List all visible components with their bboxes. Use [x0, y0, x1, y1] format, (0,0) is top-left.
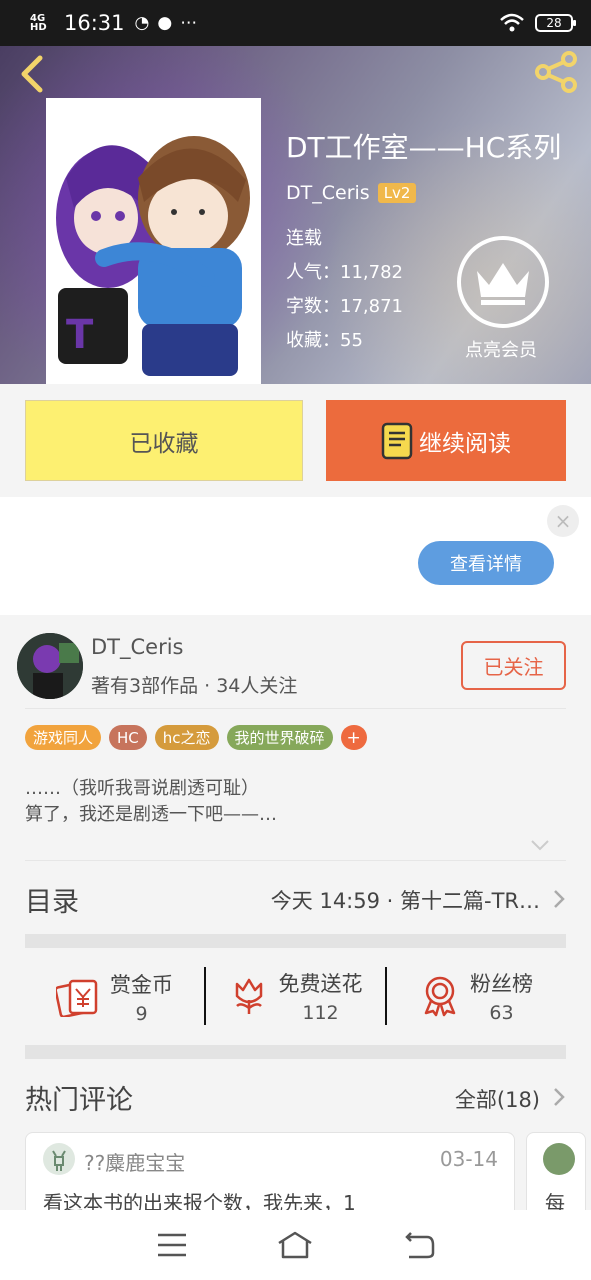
level-badge: Lv2	[377, 183, 417, 203]
back-nav-icon[interactable]	[399, 1227, 439, 1263]
tag-item[interactable]: 游戏同人	[25, 725, 102, 750]
book-info: DT工作室——HC系列 DT_Ceris Lv2 连载 人气：11,782 字数…	[286, 126, 576, 358]
system-nav-bar	[0, 1210, 591, 1280]
medal-icon	[424, 976, 456, 1017]
commenter-avatar[interactable]	[43, 1143, 75, 1175]
all-comments-link[interactable]: 全部(18)	[455, 1084, 540, 1114]
commenter-avatar[interactable]	[543, 1143, 575, 1175]
book-author[interactable]: DT_Ceris	[286, 182, 370, 204]
book-header: T DT工作室——HC系列 DT_Ceris Lv2 连载 人气：11,782 …	[0, 46, 591, 384]
favorited-button[interactable]: 已收藏	[25, 400, 303, 481]
coin-envelope-icon	[56, 979, 98, 1017]
ad-banner: × 查看详情	[0, 497, 591, 615]
stat-value: 63	[489, 1002, 514, 1024]
tag-item[interactable]: HC	[109, 725, 147, 750]
avatar-image	[17, 633, 83, 699]
intro-line: 算了，我还是剧透一下吧——…	[25, 804, 277, 825]
continue-reading-button[interactable]: 继续阅读	[326, 400, 566, 481]
divider	[25, 708, 566, 709]
continue-reading-label: 继续阅读	[419, 430, 511, 457]
stat-label: 赏金币	[110, 973, 173, 997]
cover-illustration: T	[46, 98, 261, 384]
share-icon[interactable]	[533, 50, 579, 94]
comment-date: 03-14	[439, 1147, 498, 1171]
battery-indicator: 28	[535, 14, 576, 32]
book-icon	[381, 422, 413, 459]
latest-chapter: 今天 14:59 · 第十二篇-TR…	[270, 889, 540, 913]
section-divider	[25, 1045, 566, 1059]
avatar[interactable]	[17, 633, 83, 699]
ad-close-icon[interactable]: ×	[547, 505, 579, 537]
message-icon: ●	[157, 13, 173, 33]
hot-comments-title: 热门评论	[25, 1085, 133, 1116]
hot-comments-header: 热门评论 全部(18)	[25, 1078, 566, 1118]
tag-item[interactable]: 我的世界破碎	[226, 725, 333, 750]
author-name[interactable]: DT_Ceris	[91, 635, 184, 659]
tag-item[interactable]: hc之恋	[154, 725, 219, 750]
back-icon[interactable]	[16, 54, 52, 94]
home-icon[interactable]	[275, 1227, 315, 1263]
chevron-right-icon[interactable]	[552, 1086, 566, 1108]
reward-coins-button[interactable]: 赏金币 9	[25, 949, 204, 1045]
ad-detail-button[interactable]: 查看详情	[418, 541, 554, 585]
book-cover[interactable]: T	[46, 98, 261, 384]
toc-title: 目录	[25, 887, 79, 918]
status-bar: 4G HD 16:31 ◔ ● ⋯ 28	[0, 0, 591, 46]
intro-line: ……（我听我哥说剧透可耻）	[25, 778, 259, 799]
flower-icon	[235, 978, 262, 1014]
tag-list: 游戏同人 HC hc之恋 我的世界破碎 +	[25, 725, 367, 750]
book-intro[interactable]: ……（我听我哥说剧透可耻） 算了，我还是剧透一下吧——…	[25, 776, 277, 828]
stat-label: 粉丝榜	[470, 972, 533, 996]
stat-value: 112	[302, 1002, 339, 1024]
deer-icon	[52, 1150, 66, 1171]
stat-label: 免费送花	[278, 972, 363, 996]
add-tag-button[interactable]: +	[340, 725, 367, 750]
svg-text:T: T	[66, 312, 94, 358]
more-icon: ⋯	[180, 13, 198, 33]
fan-ranking-button[interactable]: 粉丝榜 63	[385, 967, 566, 1025]
chevron-right-icon	[554, 890, 565, 908]
divider	[25, 860, 566, 861]
vip-label[interactable]: 点亮会员	[441, 336, 561, 362]
section-divider	[25, 934, 566, 948]
author-subtitle: 著有3部作品 · 34人关注	[91, 675, 298, 697]
reward-stats: 赏金币 9 免费送花 112 粉丝榜 63	[25, 949, 566, 1045]
commenter-name[interactable]: ??麋鹿宝宝	[84, 1147, 185, 1176]
table-of-contents-row[interactable]: 目录 今天 14:59 · 第十二篇-TR…	[25, 880, 566, 920]
follow-button[interactable]: 已关注	[461, 641, 566, 690]
crown-icon	[477, 263, 529, 305]
send-flower-button[interactable]: 免费送花 112	[204, 967, 385, 1025]
notification-icon: ◔	[134, 13, 150, 33]
vip-crown-button[interactable]	[457, 236, 549, 328]
network-indicator: 4G HD	[30, 13, 47, 33]
status-time: 16:31	[64, 11, 125, 35]
book-title: DT工作室——HC系列	[286, 131, 562, 164]
wifi-icon	[500, 13, 524, 32]
stat-value: 9	[135, 1003, 148, 1025]
chevron-down-icon[interactable]	[530, 838, 550, 852]
menu-icon[interactable]	[152, 1227, 192, 1263]
action-bar: 已收藏 继续阅读	[0, 384, 591, 497]
